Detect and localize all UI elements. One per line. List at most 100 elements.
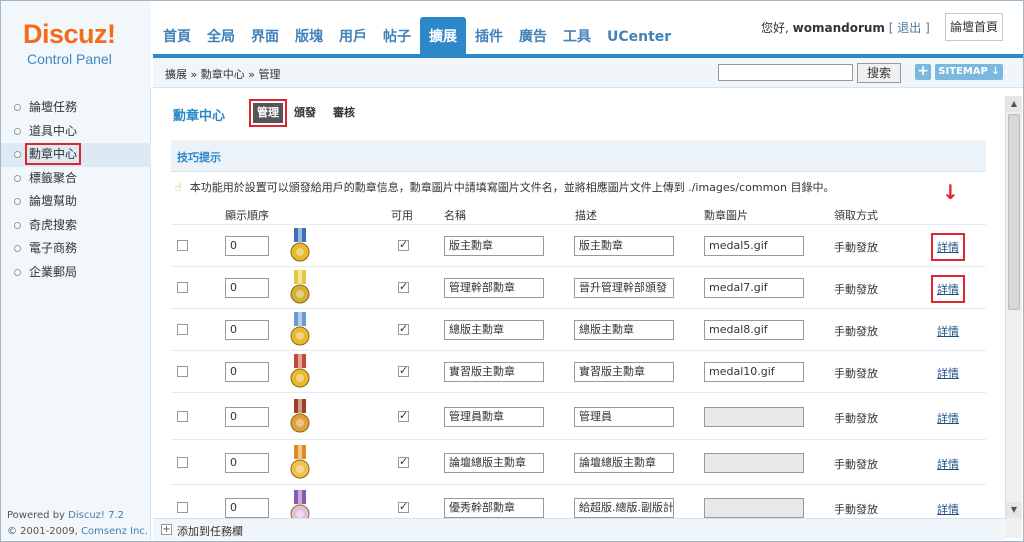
enabled-checkbox[interactable]	[398, 500, 409, 513]
order-input[interactable]: 0	[225, 236, 269, 256]
bullet-icon	[14, 221, 21, 229]
select-checkbox[interactable]	[177, 366, 188, 377]
select-checkbox[interactable]	[177, 324, 188, 335]
name-input[interactable]: 論壇總版主勳章	[444, 453, 544, 473]
nav-tab[interactable]: 界面	[244, 17, 286, 57]
image-input[interactable]: medal8.gif	[704, 320, 804, 340]
desc-input[interactable]: 論壇總版主勳章	[574, 453, 674, 473]
image-input[interactable]: medal5.gif	[704, 236, 804, 256]
sidebar-item-label: 論壇幫助	[29, 194, 78, 208]
scroll-down-icon[interactable]: ▼	[1006, 502, 1022, 518]
name-input[interactable]: 管理員勳章	[444, 407, 544, 427]
forum-home-button[interactable]: 論壇首頁	[945, 13, 1003, 41]
method-text: 手動發放	[834, 503, 878, 516]
enabled-checkbox[interactable]	[398, 238, 409, 251]
logo[interactable]: Discuz! Control Panel	[1, 1, 151, 89]
desc-input[interactable]: 管理員	[574, 407, 674, 427]
method-text: 手動發放	[834, 325, 878, 338]
image-input[interactable]: medal10.gif	[704, 362, 804, 382]
image-input[interactable]: medal7.gif	[704, 278, 804, 298]
add-task-icon[interactable]: +	[161, 524, 172, 535]
annotation-arrow: ↓	[942, 180, 959, 204]
order-input[interactable]: 0	[225, 320, 269, 340]
sidebar-item[interactable]: 電子商務	[1, 237, 151, 261]
bullet-icon	[14, 127, 21, 135]
discuz-link[interactable]: Discuz! 7.2	[68, 510, 124, 521]
nav-tab[interactable]: UCenter	[600, 17, 678, 57]
search-input[interactable]	[718, 64, 853, 81]
add-shortcut-icon[interactable]: +	[915, 64, 931, 80]
detail-link[interactable]: 詳情	[937, 323, 959, 339]
sidebar-item[interactable]: 道具中心	[1, 120, 151, 144]
enabled-checkbox[interactable]	[398, 455, 409, 468]
image-input[interactable]	[704, 407, 804, 427]
sidebar-item[interactable]: 論壇任務	[1, 96, 151, 120]
desc-input[interactable]: 給超版.總版.副版計	[574, 498, 674, 518]
select-checkbox[interactable]	[177, 502, 188, 513]
table-row: 0 管理員勳章 管理員 手動發放 詳情	[171, 393, 986, 440]
select-checkbox[interactable]	[177, 282, 188, 293]
scroll-thumb[interactable]	[1008, 114, 1020, 310]
name-input[interactable]: 實習版主勳章	[444, 362, 544, 382]
nav-tab[interactable]: 全局	[200, 17, 242, 57]
detail-link[interactable]: 詳情	[937, 365, 959, 381]
sidebar-item[interactable]: 勳章中心	[1, 143, 151, 167]
nav-tab[interactable]: 插件	[468, 17, 510, 57]
desc-input[interactable]: 晉升管理幹部頒發	[574, 278, 674, 298]
comsenz-link[interactable]: Comsenz Inc.	[81, 526, 148, 537]
add-to-taskbar-link[interactable]: 添加到任務欄	[177, 523, 243, 539]
enabled-checkbox[interactable]	[398, 280, 409, 293]
order-input[interactable]: 0	[225, 278, 269, 298]
enabled-checkbox[interactable]	[398, 322, 409, 335]
name-input[interactable]: 管理幹部勳章	[444, 278, 544, 298]
image-input[interactable]	[704, 498, 804, 518]
select-checkbox[interactable]	[177, 411, 188, 422]
nav-tab[interactable]: 擴展	[420, 17, 466, 57]
sitemap-button[interactable]: SITEMAP ↓	[935, 64, 1003, 80]
subtab-award[interactable]: 頒發	[294, 103, 316, 123]
nav-tab[interactable]: 廣告	[512, 17, 554, 57]
image-input[interactable]	[704, 453, 804, 473]
sidebar-item[interactable]: 標籤聚合	[1, 167, 151, 191]
nav-tab[interactable]: 用戶	[332, 17, 374, 57]
user-info: 您好, womandorum [ 退出 ]	[761, 19, 930, 36]
detail-link[interactable]: 詳情	[937, 410, 959, 426]
desc-input[interactable]: 版主勳章	[574, 236, 674, 256]
select-checkbox[interactable]	[177, 457, 188, 468]
detail-link[interactable]: 詳情	[931, 233, 965, 261]
subtab-manage[interactable]: 管理	[249, 99, 287, 127]
sidebar-item[interactable]: 企業郵局	[1, 261, 151, 285]
vertical-scrollbar[interactable]: ▲ ▼	[1005, 96, 1022, 518]
sidebar-item[interactable]: 奇虎搜索	[1, 214, 151, 238]
greeting: 您好,	[761, 21, 789, 35]
name-input[interactable]: 總版主勳章	[444, 320, 544, 340]
nav-tab[interactable]: 工具	[556, 17, 598, 57]
powered-by: Powered by Discuz! 7.2 © 2001-2009, Coms…	[7, 508, 148, 540]
order-input[interactable]: 0	[225, 453, 269, 473]
enabled-checkbox[interactable]	[398, 364, 409, 377]
name-input[interactable]: 版主勳章	[444, 236, 544, 256]
tip-hand-icon: ☝	[175, 181, 182, 194]
detail-link[interactable]: 詳情	[937, 456, 959, 472]
name-input[interactable]: 優秀幹部勳章	[444, 498, 544, 518]
order-input[interactable]: 0	[225, 498, 269, 518]
sidebar-item[interactable]: 論壇幫助	[1, 190, 151, 214]
desc-input[interactable]: 實習版主勳章	[574, 362, 674, 382]
subtab-review[interactable]: 審核	[333, 103, 355, 123]
select-checkbox[interactable]	[177, 240, 188, 251]
header-name: 名稱	[444, 209, 466, 222]
detail-link[interactable]: 詳情	[931, 275, 965, 303]
scroll-up-icon[interactable]: ▲	[1006, 96, 1022, 112]
bullet-icon	[14, 151, 21, 158]
order-input[interactable]: 0	[225, 362, 269, 382]
order-input[interactable]: 0	[225, 407, 269, 427]
nav-tab[interactable]: 首頁	[156, 17, 198, 57]
bullet-icon	[14, 268, 21, 276]
logout-link[interactable]: [ 退出 ]	[889, 21, 930, 35]
search-button[interactable]: 搜索	[857, 63, 901, 83]
nav-tab[interactable]: 版塊	[288, 17, 330, 57]
desc-input[interactable]: 總版主勳章	[574, 320, 674, 340]
enabled-checkbox[interactable]	[398, 409, 409, 422]
nav-tab[interactable]: 帖子	[376, 17, 418, 57]
detail-link[interactable]: 詳情	[937, 501, 959, 517]
